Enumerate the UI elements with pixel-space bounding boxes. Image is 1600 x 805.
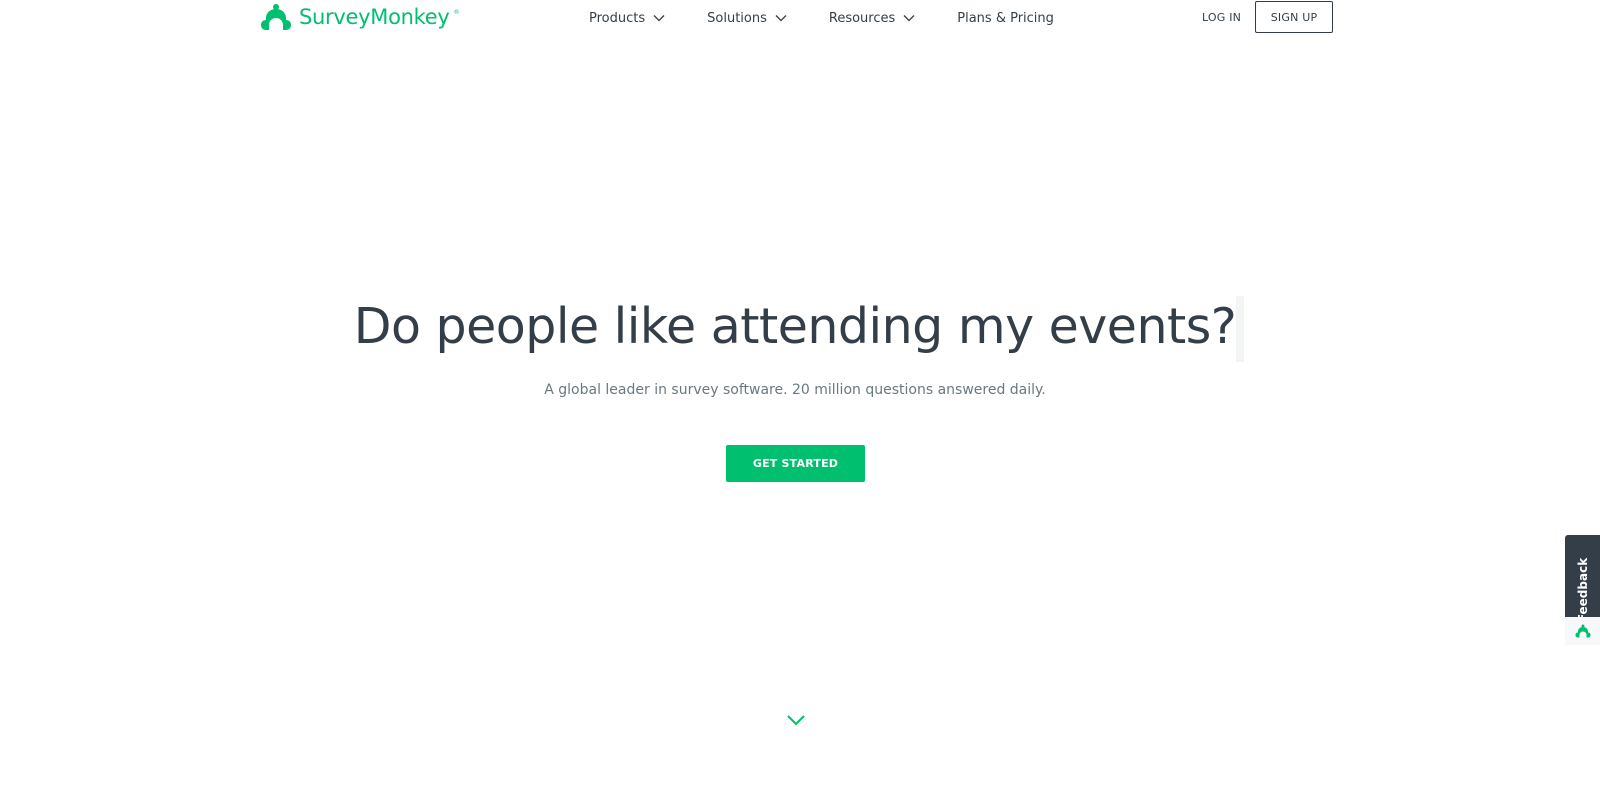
site-header: SurveyMonkey ® Products Solutions Resour… <box>0 0 1600 36</box>
nav-item-resources[interactable]: Resources <box>829 11 915 26</box>
get-started-button[interactable]: GET STARTED <box>726 445 865 482</box>
surveymonkey-logo[interactable]: SurveyMonkey ® <box>256 1 460 33</box>
hero-title: Do people like attending my events? <box>353 298 1237 355</box>
feedback-label: Feedback <box>1575 557 1590 623</box>
chevron-down-icon <box>653 15 665 22</box>
chevron-down-icon[interactable] <box>786 713 806 727</box>
text-cursor-highlight <box>1236 296 1244 362</box>
nav-item-solutions[interactable]: Solutions <box>707 11 787 26</box>
main-nav: Products Solutions Resources Plans & Pri… <box>589 0 1054 36</box>
chevron-down-icon <box>775 15 787 22</box>
page: SurveyMonkey ® Products Solutions Resour… <box>0 0 1600 805</box>
hero-subtitle: A global leader in survey software. 20 m… <box>544 382 1046 398</box>
feedback-logo-button[interactable] <box>1565 617 1600 645</box>
surveymonkey-logo-icon <box>1575 624 1590 638</box>
chevron-down-icon <box>903 15 915 22</box>
registered-mark: ® <box>453 8 460 16</box>
nav-item-label: Solutions <box>707 10 767 26</box>
nav-item-label: Resources <box>828 10 896 26</box>
surveymonkey-logo-icon <box>261 4 291 30</box>
signup-button[interactable]: SIGN UP <box>1255 1 1333 33</box>
nav-item-label: Plans & Pricing <box>957 10 1054 26</box>
nav-item-plans-pricing[interactable]: Plans & Pricing <box>957 11 1054 26</box>
login-link[interactable]: LOG IN <box>1202 11 1241 24</box>
nav-item-label: Products <box>589 10 646 26</box>
logo-wordmark: SurveyMonkey <box>299 5 450 29</box>
nav-item-products[interactable]: Products <box>589 11 665 26</box>
